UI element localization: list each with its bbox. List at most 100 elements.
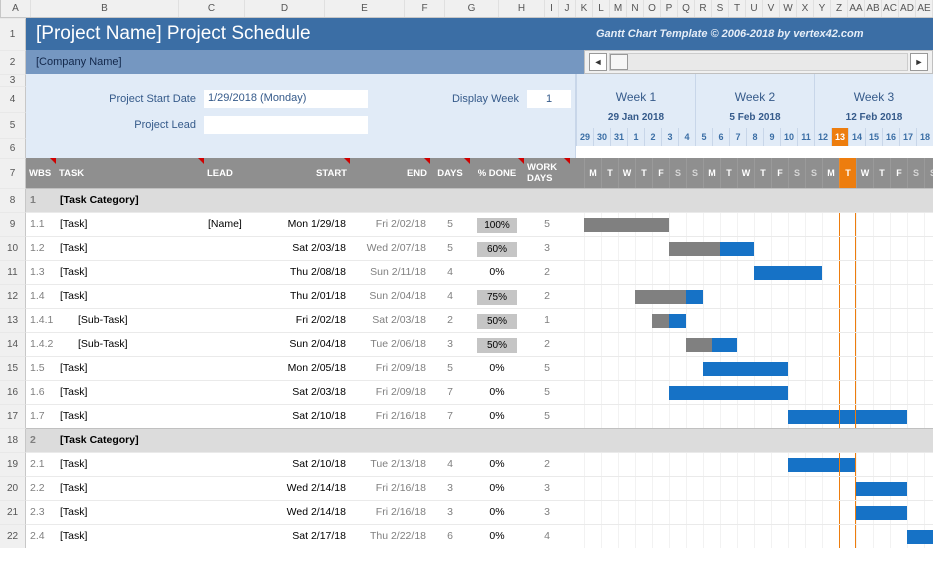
end-cell[interactable]: Wed 2/07/18 <box>350 236 430 260</box>
pct-cell[interactable]: 0% <box>470 476 524 500</box>
scroll-right-button[interactable]: ► <box>910 53 928 71</box>
start-cell[interactable]: Sat 2/17/18 <box>270 524 350 548</box>
display-week-input[interactable]: 1 <box>527 90 571 108</box>
start-cell[interactable]: Wed 2/14/18 <box>270 500 350 524</box>
column-header-H[interactable]: H <box>499 0 545 17</box>
row-number[interactable]: 14 <box>0 332 26 356</box>
lead-cell[interactable] <box>204 332 270 356</box>
wbs-cell[interactable]: 1.1 <box>26 212 56 236</box>
work-cell[interactable]: 2 <box>524 260 570 284</box>
wbs-cell[interactable]: 1.4.1 <box>26 308 56 332</box>
wbs-cell[interactable]: 1.4 <box>26 284 56 308</box>
lead-cell[interactable] <box>204 308 270 332</box>
end-cell[interactable]: Sun 2/11/18 <box>350 260 430 284</box>
work-cell[interactable]: 2 <box>524 284 570 308</box>
days-cell[interactable]: 4 <box>430 260 470 284</box>
wbs-cell[interactable]: 2.2 <box>26 476 56 500</box>
wbs-cell[interactable]: 2.1 <box>26 452 56 476</box>
task-cell[interactable]: [Task] <box>56 356 204 380</box>
task-cell[interactable]: [Task] <box>56 500 204 524</box>
start-cell[interactable]: Sat 2/10/18 <box>270 452 350 476</box>
header-task[interactable]: TASK <box>56 158 204 188</box>
days-cell[interactable]: 3 <box>430 500 470 524</box>
lead-cell[interactable] <box>204 284 270 308</box>
column-header-C[interactable]: C <box>179 0 245 17</box>
pct-cell[interactable]: 60% <box>470 236 524 260</box>
row-number[interactable]: 16 <box>0 380 26 404</box>
end-cell[interactable]: Fri 2/16/18 <box>350 476 430 500</box>
wbs-cell[interactable]: 2.3 <box>26 500 56 524</box>
row-number[interactable]: 19 <box>0 452 26 476</box>
end-cell[interactable]: Fri 2/09/18 <box>350 380 430 404</box>
task-cell[interactable]: [Task Category] <box>56 188 204 212</box>
task-cell[interactable]: [Task] <box>56 476 204 500</box>
scroll-thumb[interactable] <box>610 54 628 70</box>
column-header-AB[interactable]: AB <box>865 0 882 17</box>
work-cell[interactable]: 1 <box>524 308 570 332</box>
column-header-Z[interactable]: Z <box>831 0 848 17</box>
days-cell[interactable]: 5 <box>430 212 470 236</box>
pct-cell[interactable]: 0% <box>470 524 524 548</box>
end-cell[interactable]: Fri 2/09/18 <box>350 356 430 380</box>
row-number[interactable]: 8 <box>0 188 26 212</box>
row-number[interactable]: 7 <box>0 158 26 188</box>
row-number[interactable]: 3 <box>0 74 26 86</box>
wbs-cell[interactable]: 1.5 <box>26 356 56 380</box>
end-cell[interactable]: Fri 2/16/18 <box>350 500 430 524</box>
row-number[interactable]: 2 <box>0 50 26 74</box>
pct-cell[interactable]: 0% <box>470 452 524 476</box>
work-cell[interactable]: 3 <box>524 500 570 524</box>
project-lead-input[interactable] <box>204 116 368 134</box>
row-number[interactable]: 10 <box>0 236 26 260</box>
row-number[interactable]: 12 <box>0 284 26 308</box>
horizontal-scrollbar[interactable]: ◄ ► <box>584 50 933 74</box>
column-header-T[interactable]: T <box>729 0 746 17</box>
work-cell[interactable]: 5 <box>524 380 570 404</box>
wbs-cell[interactable]: 1.6 <box>26 380 56 404</box>
wbs-cell[interactable]: 1.3 <box>26 260 56 284</box>
lead-cell[interactable] <box>204 500 270 524</box>
column-header-AE[interactable]: AE <box>916 0 933 17</box>
pct-cell[interactable]: 75% <box>470 284 524 308</box>
column-header-S[interactable]: S <box>712 0 729 17</box>
task-cell[interactable]: [Task] <box>56 524 204 548</box>
column-header-N[interactable]: N <box>627 0 644 17</box>
row-number[interactable]: 22 <box>0 524 26 548</box>
column-header-AD[interactable]: AD <box>899 0 916 17</box>
end-cell[interactable]: Fri 2/16/18 <box>350 404 430 428</box>
column-header-W[interactable]: W <box>780 0 797 17</box>
end-cell[interactable]: Tue 2/06/18 <box>350 332 430 356</box>
lead-cell[interactable] <box>204 236 270 260</box>
lead-cell[interactable] <box>204 260 270 284</box>
pct-cell[interactable]: 0% <box>470 500 524 524</box>
pct-cell[interactable]: 50% <box>470 332 524 356</box>
task-cell[interactable]: [Task] <box>56 260 204 284</box>
days-cell[interactable]: 4 <box>430 452 470 476</box>
column-header-R[interactable]: R <box>695 0 712 17</box>
header-lead[interactable]: LEAD <box>204 158 270 188</box>
pct-cell[interactable]: 0% <box>470 380 524 404</box>
pct-cell[interactable]: 100% <box>470 212 524 236</box>
start-cell[interactable]: Sun 2/04/18 <box>270 332 350 356</box>
column-header-E[interactable]: E <box>325 0 405 17</box>
days-cell[interactable]: 5 <box>430 236 470 260</box>
days-cell[interactable]: 3 <box>430 332 470 356</box>
end-cell[interactable]: Sat 2/03/18 <box>350 308 430 332</box>
column-header-AC[interactable]: AC <box>882 0 899 17</box>
days-cell[interactable]: 3 <box>430 476 470 500</box>
column-header-B[interactable]: B <box>31 0 179 17</box>
task-cell[interactable]: [Task] <box>56 404 204 428</box>
task-cell[interactable]: [Task] <box>56 284 204 308</box>
start-cell[interactable]: Sat 2/03/18 <box>270 380 350 404</box>
task-cell[interactable]: [Task] <box>56 212 204 236</box>
days-cell[interactable]: 7 <box>430 380 470 404</box>
row-number[interactable]: 21 <box>0 500 26 524</box>
header-wbs[interactable]: WBS <box>26 158 56 188</box>
task-cell[interactable]: [Task] <box>56 452 204 476</box>
column-header-Q[interactable]: Q <box>678 0 695 17</box>
column-header-A[interactable]: A <box>1 0 31 17</box>
start-cell[interactable]: Fri 2/02/18 <box>270 308 350 332</box>
start-cell[interactable]: Mon 2/05/18 <box>270 356 350 380</box>
work-cell[interactable]: 5 <box>524 404 570 428</box>
column-header-F[interactable]: F <box>405 0 445 17</box>
